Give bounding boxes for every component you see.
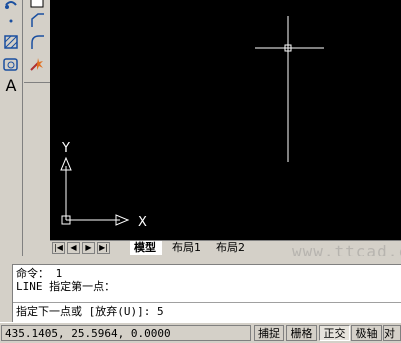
prev-tab-button[interactable]: ◀ (67, 242, 80, 254)
ucs-icon (60, 156, 130, 226)
coordinate-display[interactable]: 435.1405, 25.5964, 0.0000 (1, 325, 251, 341)
modify-toolbar (24, 0, 51, 83)
region-icon[interactable] (2, 55, 20, 73)
layout-tab-bar: |◀ ◀ ▶ ▶| 模型 布局1 布局2 www.ttcad.com (50, 240, 401, 261)
splitter[interactable] (0, 256, 401, 264)
first-tab-button[interactable]: |◀ (52, 242, 65, 254)
fillet-icon[interactable] (28, 33, 46, 51)
tab-layout1[interactable]: 布局1 (168, 241, 207, 255)
autocad-window: A Y X |◀ ◀ ▶ ▶| 模型 布局1 布局2 www.ttcad. 命令… (0, 0, 401, 343)
command-input[interactable]: 指定下一点或 [放弃(U)]: 5 (13, 302, 401, 321)
polar-toggle[interactable]: 极轴 (351, 325, 382, 341)
command-history-line: 命令： 1 (16, 267, 63, 280)
last-tab-button[interactable]: ▶| (97, 242, 110, 254)
snap-toggle[interactable]: 捕捉 (254, 325, 284, 341)
tab-layout2[interactable]: 布局2 (212, 241, 251, 255)
next-tab-button[interactable]: ▶ (82, 242, 95, 254)
tab-model[interactable]: 模型 (130, 241, 162, 255)
model-space: Y X (60, 16, 324, 230)
osnap-toggle[interactable]: 对象 (383, 325, 401, 341)
ortho-toggle[interactable]: 正交 (319, 325, 350, 341)
multiline-text-icon[interactable]: A (2, 75, 20, 95)
crosshair-cursor (255, 16, 324, 162)
command-history-line: LINE 指定第一点： (16, 280, 116, 293)
grid-toggle[interactable]: 栅格 (286, 325, 317, 341)
draw-toolbar: A (0, 0, 23, 262)
point-icon[interactable] (2, 12, 20, 30)
status-bar: 435.1405, 25.5964, 0.0000 捕捉 栅格 正交 极轴 对象 (0, 322, 401, 343)
command-prompt: 指定下一点或 [放弃(U)]: 5 (16, 305, 164, 318)
ucs-x-label: X (138, 215, 147, 230)
explode-icon[interactable] (28, 55, 46, 73)
ucs-y-label: Y (61, 141, 70, 156)
drawing-canvas[interactable]: Y X (50, 0, 401, 240)
text-tool-label: A (5, 75, 17, 95)
chamfer-icon[interactable] (28, 11, 46, 29)
command-window[interactable]: 命令： 1 LINE 指定第一点： 指定下一点或 [放弃(U)]: 5 (12, 264, 401, 322)
hatch-icon[interactable] (2, 33, 20, 51)
